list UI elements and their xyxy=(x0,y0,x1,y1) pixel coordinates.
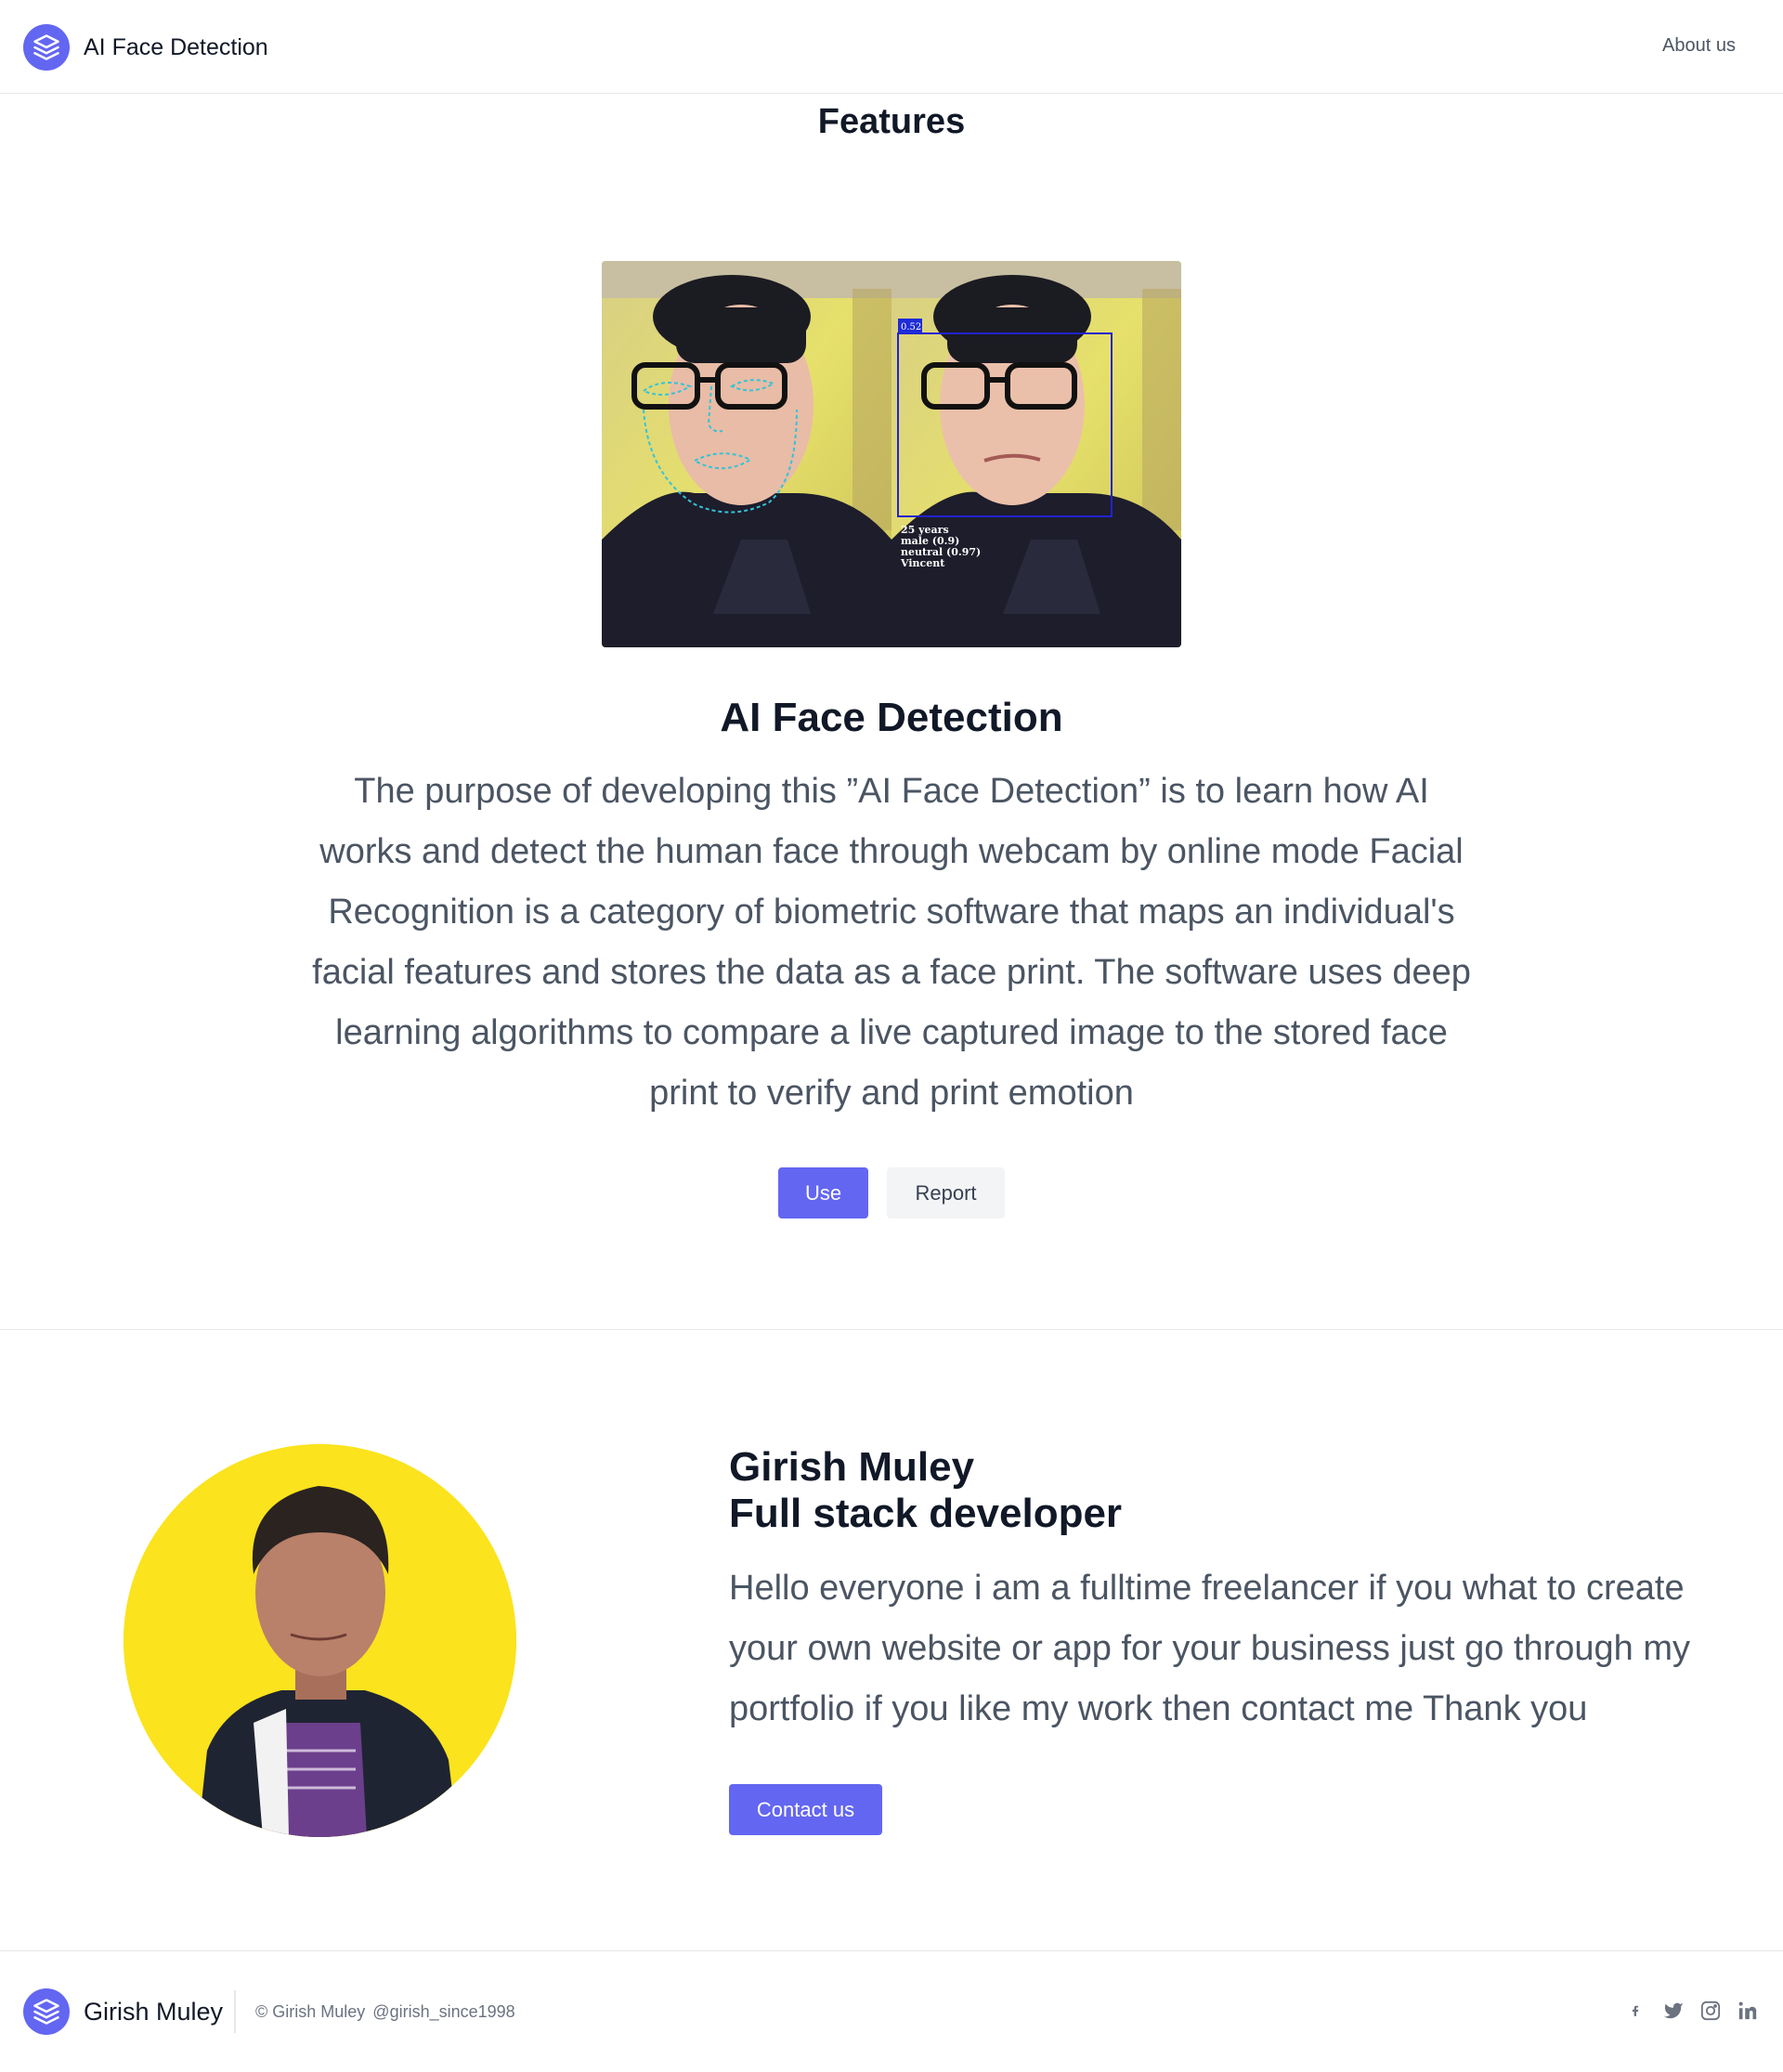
contact-us-button[interactable]: Contact us xyxy=(729,1784,882,1835)
profile-name: Girish Muley xyxy=(729,1444,975,1490)
facebook-icon[interactable] xyxy=(1626,2000,1646,2022)
twitter-icon[interactable] xyxy=(1663,2000,1684,2022)
use-button[interactable]: Use xyxy=(778,1167,868,1218)
detection-score-label: 0.52 xyxy=(901,322,921,332)
face-detection-box-panel: 0.52 25 years male (0.9) neutral (0.97) … xyxy=(892,261,1181,647)
brand-title: AI Face Detection xyxy=(84,33,268,60)
twitter-handle-link[interactable]: @girish_since1998 xyxy=(372,2002,514,2021)
page: AI Face Detection About us Features 0.52… xyxy=(0,0,1783,2072)
face-detection-demo-image: 0.52 25 years male (0.9) neutral (0.97) … xyxy=(602,261,1181,647)
nav-about-link[interactable]: About us xyxy=(1662,35,1736,57)
site-footer: Girish Muley © Girish Muley @girish_since… xyxy=(0,1950,1783,2072)
features-heading: Features xyxy=(817,102,966,141)
profile-bio: Hello everyone i am a fulltime freelance… xyxy=(729,1569,1690,1728)
brand[interactable]: AI Face Detection xyxy=(23,24,268,71)
feature-description: The purpose of developing this ”AI Face … xyxy=(312,772,1471,1113)
social-links xyxy=(1626,2000,1758,2022)
site-header: AI Face Detection About us xyxy=(0,0,1783,94)
report-button[interactable]: Report xyxy=(887,1167,1005,1218)
footer-name: Girish Muley xyxy=(84,1997,224,2026)
layers-logo-icon xyxy=(23,24,70,71)
face-landmarks-panel xyxy=(602,261,892,647)
copyright-text: © Girish Muley xyxy=(255,2002,366,2021)
footer-brand[interactable]: Girish Muley xyxy=(23,1988,223,2035)
footer-separator xyxy=(234,1990,236,2033)
footer-copyright: © Girish Muley @girish_since1998 xyxy=(255,2002,515,2022)
profile-avatar xyxy=(124,1444,516,1837)
section-divider xyxy=(0,1329,1783,1330)
layers-logo-icon xyxy=(23,1988,70,2035)
linkedin-icon[interactable] xyxy=(1737,2000,1758,2022)
instagram-icon[interactable] xyxy=(1700,2000,1721,2022)
profile-role: Full stack developer xyxy=(729,1491,1123,1536)
overlay-name-label: Vincent xyxy=(900,557,945,569)
feature-title: AI Face Detection xyxy=(720,695,1063,740)
feature-actions: Use Report xyxy=(0,1167,1783,1218)
